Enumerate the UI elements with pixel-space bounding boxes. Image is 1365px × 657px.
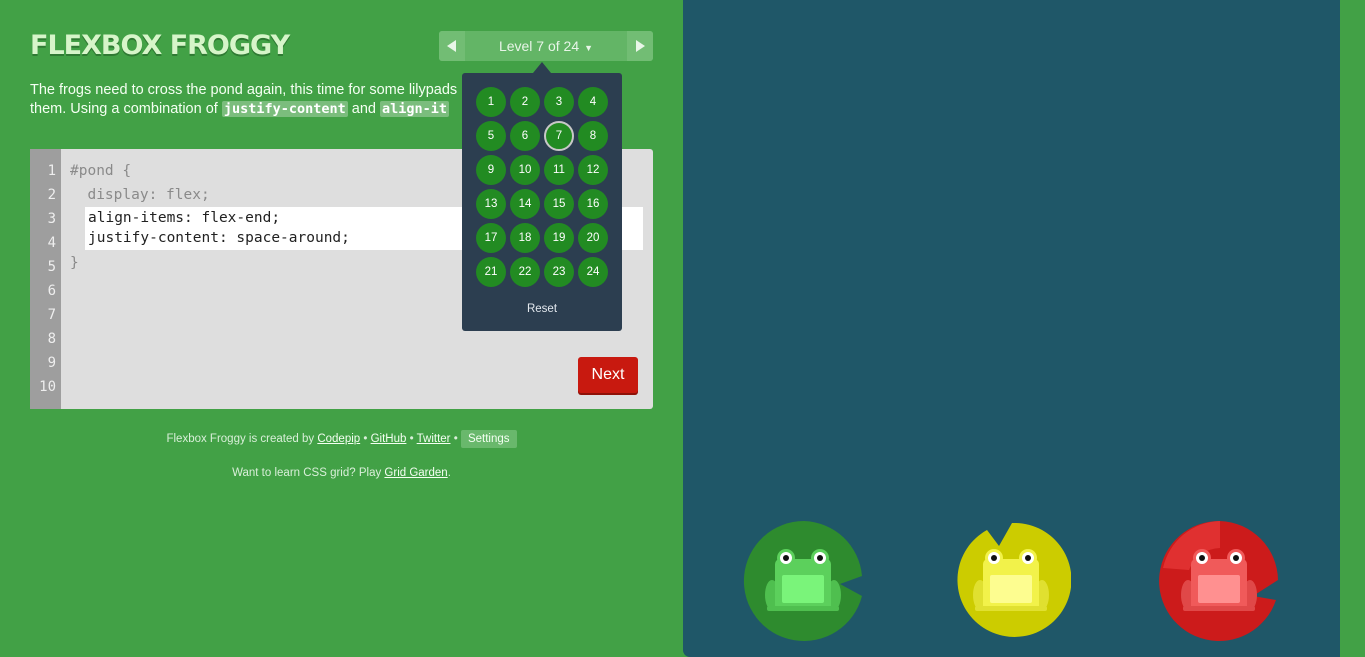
level-7-button[interactable]: 7 bbox=[544, 121, 574, 151]
credits-footer: Flexbox Froggy is created by Codepip • G… bbox=[30, 430, 653, 448]
line-number: 10 bbox=[39, 379, 56, 395]
line-number: 4 bbox=[47, 235, 56, 251]
level-8-button[interactable]: 8 bbox=[578, 121, 608, 151]
line-number: 2 bbox=[47, 187, 56, 203]
page-title: FLEXBOX FROGGY bbox=[30, 30, 290, 61]
twitter-link[interactable]: Twitter bbox=[417, 433, 451, 445]
answer-line: justify-content: space-around; bbox=[88, 230, 350, 246]
green-frog-icon bbox=[765, 549, 841, 611]
code-align-items: align-it bbox=[380, 101, 450, 117]
github-link[interactable]: GitHub bbox=[371, 433, 407, 445]
line-number: 9 bbox=[47, 355, 56, 371]
level-17-button[interactable]: 17 bbox=[476, 223, 506, 253]
level-22-button[interactable]: 22 bbox=[510, 257, 540, 287]
line-number: 8 bbox=[47, 331, 56, 347]
line-number: 6 bbox=[47, 283, 56, 299]
level-23-button[interactable]: 23 bbox=[544, 257, 574, 287]
level-2-button[interactable]: 2 bbox=[510, 87, 540, 117]
level-11-button[interactable]: 11 bbox=[544, 155, 574, 185]
level-24-button[interactable]: 24 bbox=[578, 257, 608, 287]
level-19-button[interactable]: 19 bbox=[544, 223, 574, 253]
level-indicator[interactable]: Level 7 of 24 ▼ bbox=[465, 31, 627, 61]
separator: • bbox=[453, 433, 458, 445]
level-12-button[interactable]: 12 bbox=[578, 155, 608, 185]
level-1-button[interactable]: 1 bbox=[476, 87, 506, 117]
reset-button[interactable]: Reset bbox=[462, 303, 622, 315]
instructions-line2: them. Using a combination of bbox=[30, 101, 218, 117]
level-16-button[interactable]: 16 bbox=[578, 189, 608, 219]
code-line: display: flex; bbox=[70, 187, 210, 203]
settings-button[interactable]: Settings bbox=[460, 430, 517, 448]
left-panel: FLEXBOX FROGGY Level 7 of 24 ▼ The frogs … bbox=[0, 0, 683, 657]
period: . bbox=[447, 467, 451, 479]
level-15-button[interactable]: 15 bbox=[544, 189, 574, 219]
yellow-frog-icon bbox=[973, 549, 1049, 611]
level-13-button[interactable]: 13 bbox=[476, 189, 506, 219]
promo-text: Want to learn CSS grid? Play bbox=[232, 467, 382, 479]
level-label: Level 7 of 24 bbox=[498, 38, 580, 54]
code-justify-content: justify-content bbox=[221, 101, 348, 117]
pond-board bbox=[683, 0, 1340, 657]
line-number-gutter: 1 2 3 4 5 6 7 8 9 10 bbox=[30, 149, 61, 409]
level-21-button[interactable]: 21 bbox=[476, 257, 506, 287]
level-9-button[interactable]: 9 bbox=[476, 155, 506, 185]
arrow-right-icon bbox=[636, 40, 645, 52]
level-3-button[interactable]: 3 bbox=[544, 87, 574, 117]
right-edge-strip bbox=[1340, 0, 1365, 657]
instructions-and: and bbox=[351, 101, 376, 117]
grid-garden-link[interactable]: Grid Garden bbox=[384, 467, 447, 479]
line-number: 7 bbox=[47, 307, 56, 323]
level-14-button[interactable]: 14 bbox=[510, 189, 540, 219]
code-line: } bbox=[70, 255, 79, 271]
level-select-popup: 1 2 3 4 5 6 7 8 9 10 11 12 13 14 15 16 1… bbox=[462, 62, 622, 331]
grid-garden-promo: Want to learn CSS grid? Play Grid Garden… bbox=[30, 467, 653, 479]
level-5-button[interactable]: 5 bbox=[476, 121, 506, 151]
line-number: 3 bbox=[47, 211, 56, 227]
red-frog-icon bbox=[1181, 549, 1257, 611]
caret-down-icon: ▼ bbox=[584, 43, 594, 53]
next-level-arrow[interactable] bbox=[627, 31, 653, 61]
separator: • bbox=[363, 433, 368, 445]
credits-text: Flexbox Froggy is created by bbox=[166, 433, 315, 445]
level-20-button[interactable]: 20 bbox=[578, 223, 608, 253]
level-4-button[interactable]: 4 bbox=[578, 87, 608, 117]
level-18-button[interactable]: 18 bbox=[510, 223, 540, 253]
line-number: 1 bbox=[47, 163, 56, 179]
code-line: #pond { bbox=[70, 163, 132, 179]
arrow-left-icon bbox=[447, 40, 456, 52]
next-button[interactable]: Next bbox=[578, 357, 638, 393]
previous-level-button[interactable] bbox=[439, 31, 465, 61]
answer-line: align-items: flex-end; bbox=[88, 210, 281, 226]
level-navigation: Level 7 of 24 ▼ bbox=[439, 31, 653, 61]
codepip-link[interactable]: Codepip bbox=[317, 433, 360, 445]
line-number: 5 bbox=[47, 259, 56, 275]
level-10-button[interactable]: 10 bbox=[510, 155, 540, 185]
level-6-button[interactable]: 6 bbox=[510, 121, 540, 151]
separator: • bbox=[409, 433, 414, 445]
instructions-lead: The frogs need to cross the pond again, … bbox=[30, 82, 458, 98]
